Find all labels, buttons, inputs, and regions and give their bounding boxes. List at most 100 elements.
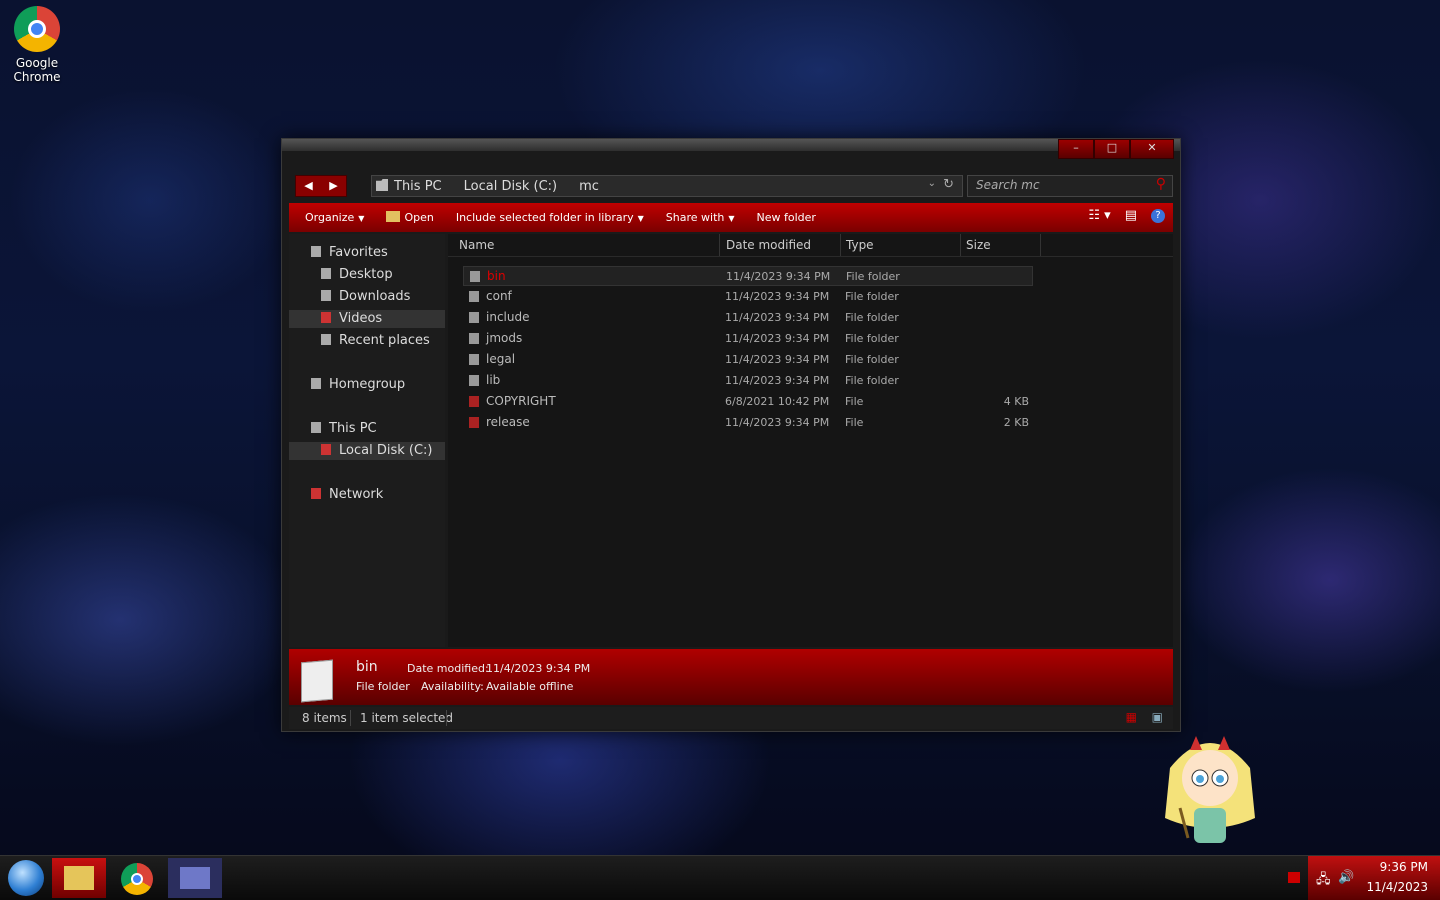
include-in-library-menu[interactable]: Include selected folder in library ▼: [456, 211, 644, 224]
nav-local-disk[interactable]: Local Disk (C:): [289, 442, 445, 460]
column-type[interactable]: Type: [841, 234, 961, 256]
column-size[interactable]: Size: [961, 234, 1041, 256]
nav-downloads[interactable]: Downloads: [289, 288, 445, 306]
open-button[interactable]: Open: [386, 211, 434, 224]
recent-places-icon: [321, 334, 331, 345]
address-row: ◀ ▶ This PC Local Disk (C:) mc ⌄ ↻ Searc…: [295, 173, 1173, 197]
file-date: 11/4/2023 9:34 PM: [725, 374, 830, 387]
file-name: legal: [486, 352, 516, 366]
file-row[interactable]: release 11/4/2023 9:34 PM File 2 KB: [463, 413, 1033, 433]
details-type: File folder: [356, 680, 410, 693]
taskbar-chrome[interactable]: [110, 858, 164, 898]
nav-buttons: ◀ ▶: [295, 175, 347, 197]
title-bar[interactable]: [282, 139, 1180, 151]
videos-icon: [321, 312, 331, 323]
maximize-button[interactable]: □: [1094, 139, 1130, 159]
folder-icon: [469, 312, 479, 323]
open-label: Open: [404, 211, 434, 224]
folder-icon: [469, 291, 479, 302]
file-type: File folder: [845, 290, 899, 303]
start-button[interactable]: [8, 860, 44, 896]
help-icon[interactable]: ?: [1151, 208, 1165, 223]
file-name: jmods: [486, 331, 523, 345]
file-icon: [469, 417, 479, 428]
address-bar[interactable]: This PC Local Disk (C:) mc ⌄ ↻: [371, 175, 963, 197]
taskbar-file-explorer[interactable]: [52, 858, 106, 898]
breadcrumb-local-disk[interactable]: Local Disk (C:): [464, 179, 557, 194]
taskbar-app[interactable]: [168, 858, 222, 898]
star-icon: [311, 246, 321, 257]
selection-count: 1 item selected: [360, 711, 454, 725]
file-date: 11/4/2023 9:34 PM: [725, 332, 830, 345]
breadcrumb-this-pc[interactable]: This PC: [394, 179, 442, 194]
large-icons-view-icon[interactable]: ▣: [1152, 710, 1163, 724]
nav-network[interactable]: Network: [289, 486, 445, 504]
new-folder-button[interactable]: New folder: [757, 211, 816, 224]
desktop-icon: [321, 268, 331, 279]
file-type: File folder: [845, 332, 899, 345]
organize-label: Organize: [305, 211, 355, 224]
desktop-icon-chrome[interactable]: Google Chrome: [6, 6, 68, 84]
computer-icon: [311, 422, 321, 433]
homegroup-icon: [311, 378, 321, 389]
file-row[interactable]: bin 11/4/2023 9:34 PM File folder: [463, 266, 1033, 286]
file-type: File folder: [846, 270, 900, 283]
file-type: File folder: [845, 374, 899, 387]
details-date-label: Date modified:: [407, 662, 489, 675]
folder-icon: [469, 375, 479, 386]
details-availability-value: Available offline: [486, 680, 574, 693]
close-button[interactable]: ✕: [1130, 139, 1174, 159]
network-status-icon[interactable]: 🖧: [1316, 870, 1331, 892]
clock-time[interactable]: 9:36 PM: [1380, 860, 1428, 874]
search-icon[interactable]: ⚲: [1156, 176, 1166, 192]
navigation-pane: Favorites Desktop Downloads Videos Recen…: [289, 234, 445, 647]
file-row[interactable]: include 11/4/2023 9:34 PM File folder: [463, 308, 1033, 328]
file-date: 11/4/2023 9:34 PM: [725, 290, 830, 303]
folder-icon: [470, 271, 480, 282]
status-divider: [350, 710, 351, 726]
file-row[interactable]: COPYRIGHT 6/8/2021 10:42 PM File 4 KB: [463, 392, 1033, 412]
status-divider: [446, 710, 447, 726]
details-name: bin: [356, 659, 378, 675]
nav-videos[interactable]: Videos: [289, 310, 445, 328]
minimize-button[interactable]: –: [1058, 139, 1094, 159]
refresh-icon[interactable]: ↻: [943, 177, 954, 192]
view-options-icon[interactable]: ☷ ▾: [1088, 208, 1110, 223]
nav-this-pc[interactable]: This PC: [289, 420, 445, 438]
file-row[interactable]: legal 11/4/2023 9:34 PM File folder: [463, 350, 1033, 370]
preview-pane-icon[interactable]: ▤: [1125, 208, 1137, 223]
details-view-icon[interactable]: ▦: [1126, 710, 1137, 724]
file-type: File folder: [845, 311, 899, 324]
nav-homegroup[interactable]: Homegroup: [289, 376, 445, 394]
breadcrumb-mc[interactable]: mc: [579, 179, 599, 194]
nav-favorites[interactable]: Favorites: [289, 244, 445, 262]
chevron-down-icon[interactable]: ⌄: [928, 178, 936, 189]
organize-menu[interactable]: Organize ▼: [305, 211, 364, 224]
file-date: 6/8/2021 10:42 PM: [725, 395, 830, 408]
column-date-modified[interactable]: Date modified: [721, 234, 841, 256]
nav-recent-places[interactable]: Recent places: [289, 332, 445, 350]
nav-network-label: Network: [329, 487, 384, 502]
volume-icon[interactable]: 🔊: [1338, 870, 1354, 885]
file-row[interactable]: jmods 11/4/2023 9:34 PM File folder: [463, 329, 1033, 349]
nav-favorites-label: Favorites: [329, 245, 388, 260]
nav-desktop[interactable]: Desktop: [289, 266, 445, 284]
folder-icon: [469, 354, 479, 365]
nav-recent-label: Recent places: [339, 333, 430, 348]
file-row[interactable]: lib 11/4/2023 9:34 PM File folder: [463, 371, 1033, 391]
file-name: lib: [486, 373, 501, 387]
file-name: include: [486, 310, 530, 324]
forward-button[interactable]: ▶: [321, 176, 346, 196]
include-label: Include selected folder in library: [455, 211, 634, 224]
clock-date[interactable]: 11/4/2023: [1366, 880, 1428, 894]
back-button[interactable]: ◀: [296, 176, 321, 196]
file-explorer-window: – □ ✕ ◀ ▶ This PC Local Disk (C:) mc ⌄ ↻…: [281, 138, 1181, 732]
column-name[interactable]: Name: [454, 234, 720, 256]
command-bar: Organize ▼ Open Include selected folder i…: [289, 203, 1173, 232]
share-with-menu[interactable]: Share with ▼: [666, 211, 735, 224]
file-size: 2 KB: [1003, 416, 1029, 429]
file-row[interactable]: conf 11/4/2023 9:34 PM File folder: [463, 287, 1033, 307]
search-input[interactable]: Search mc ⚲: [967, 175, 1173, 197]
file-name: COPYRIGHT: [486, 394, 556, 408]
action-center-flag-icon[interactable]: [1288, 872, 1300, 883]
